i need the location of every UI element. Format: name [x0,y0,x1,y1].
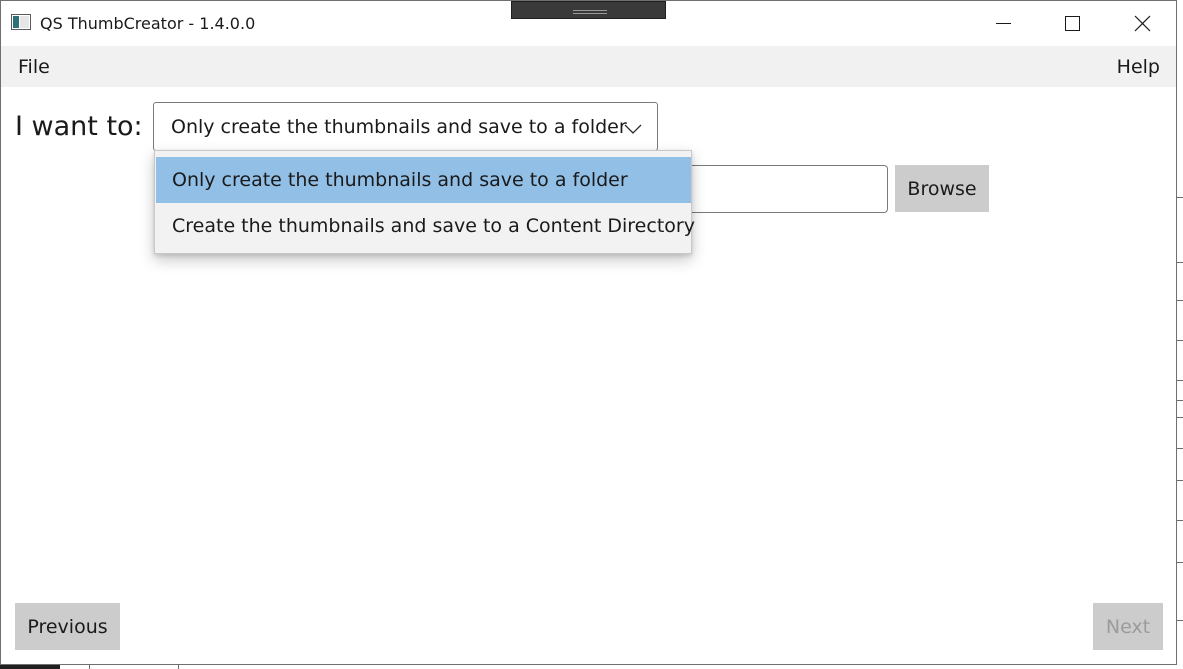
dropdown-option-content-directory[interactable]: Create the thumbnails and save to a Cont… [156,203,695,249]
menu-bar: File Help [1,46,1176,87]
folder-path-input[interactable] [661,165,888,213]
close-button[interactable] [1119,1,1165,46]
window-title: QS ThumbCreator - 1.4.0.0 [40,14,256,33]
action-dropdown-list: Only create the thumbnails and save to a… [154,150,695,254]
title-bar[interactable]: QS ThumbCreator - 1.4.0.0 [1,1,1176,46]
next-button[interactable]: Next [1093,603,1163,650]
maximize-button[interactable] [1049,1,1095,46]
minimize-button[interactable] [981,1,1027,46]
drag-handle[interactable] [511,1,666,19]
browse-button[interactable]: Browse [895,165,989,212]
combobox-selected-value: Only create the thumbnails and save to a… [171,116,627,138]
dropdown-option-folder[interactable]: Only create the thumbnails and save to a… [156,157,691,203]
want-label: I want to: [15,111,143,142]
chevron-down-icon [624,120,642,134]
background-window-edge [1176,0,1183,669]
menu-file[interactable]: File [18,56,50,78]
app-window-icon [11,14,31,30]
previous-button[interactable]: Previous [15,603,120,650]
app-window: QS ThumbCreator - 1.4.0.0 File Help I wa… [0,0,1177,665]
action-combobox[interactable]: Only create the thumbnails and save to a… [153,102,658,151]
menu-help[interactable]: Help [1117,56,1160,78]
